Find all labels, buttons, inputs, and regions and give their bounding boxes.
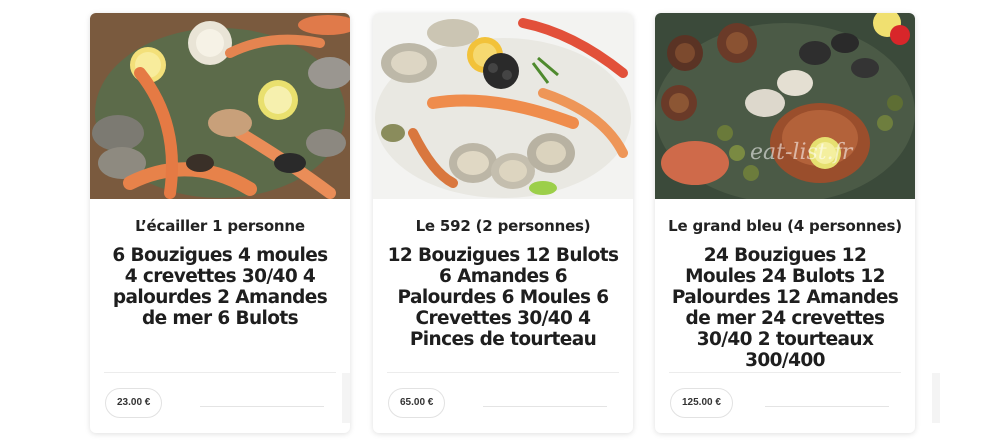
menu-card-1[interactable]: L’écailler 1 personne 6 Bouzigues 4 moul… [90,13,350,433]
card-description: 12 Bouzigues 12 Bulots 6 Amandes 6 Palou… [387,245,619,350]
divider [669,372,901,373]
card-title: Le grand bleu (4 personnes) [668,217,902,235]
seafood-platter-photo [90,13,350,199]
card-title: L’écailler 1 personne [135,217,305,235]
price-badge[interactable]: 125.00 € [670,388,733,418]
seafood-platter-photo [373,13,633,199]
card-description: 6 Bouzigues 4 moules 4 crevettes 30/40 4… [112,245,328,329]
card-description: 24 Bouzigues 12 Moules 24 Bulots 12 Palo… [671,245,899,371]
price-badge[interactable]: 65.00 € [388,388,446,418]
menu-card-3[interactable]: Le grand bleu (4 personnes) 24 Bouzigues… [655,13,915,433]
watermark: eat-list.fr [750,140,853,165]
divider [104,372,336,373]
quantity-field[interactable] [765,406,889,407]
card-title: Le 592 (2 personnes) [415,217,591,235]
quantity-field[interactable] [200,406,324,407]
seafood-platter-photo [655,13,915,199]
divider [932,373,940,423]
quantity-field[interactable] [483,406,607,407]
divider [387,372,619,373]
price-badge[interactable]: 23.00 € [105,388,163,418]
menu-card-2[interactable]: Le 592 (2 personnes) 12 Bouzigues 12 Bul… [373,13,633,433]
divider [342,373,350,423]
